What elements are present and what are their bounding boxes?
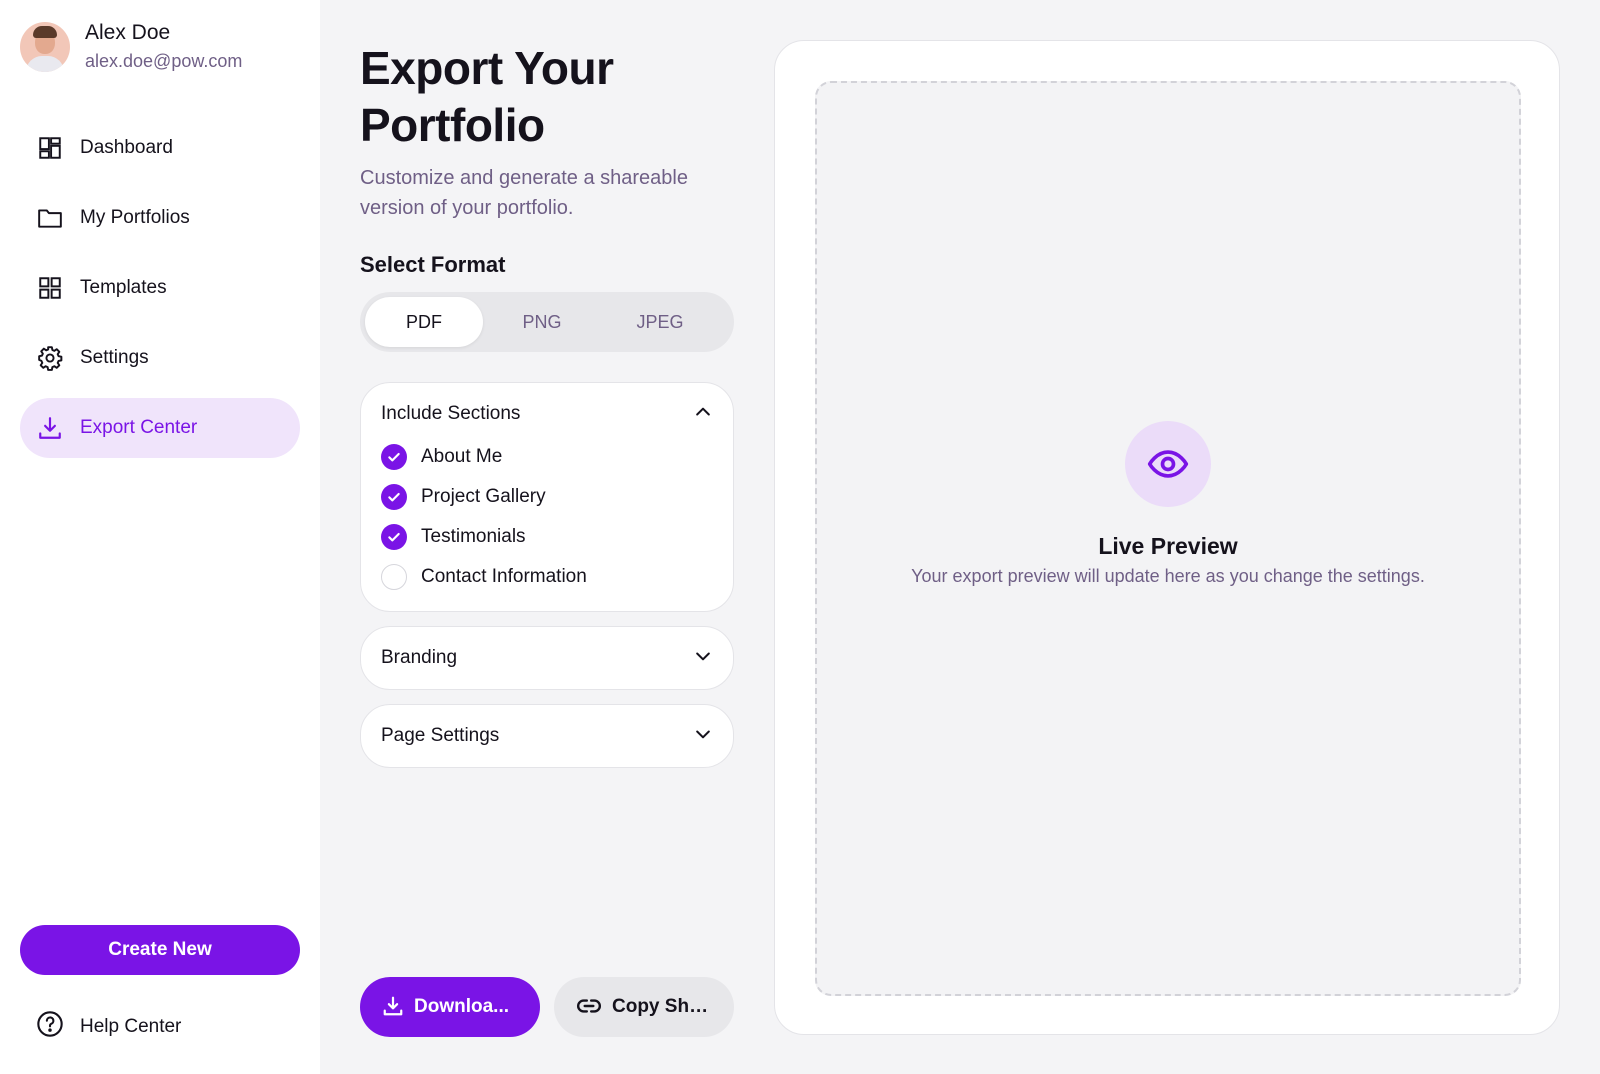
grid-icon (36, 274, 64, 302)
sidebar-item-templates[interactable]: Templates (20, 258, 300, 318)
format-option-jpeg[interactable]: JPEG (601, 297, 719, 347)
avatar (20, 22, 70, 72)
copy-share-label: Copy Sha... (612, 996, 712, 1017)
branding-header[interactable]: Branding (361, 627, 733, 689)
branding-title: Branding (381, 647, 458, 668)
format-option-pdf[interactable]: PDF (365, 297, 483, 347)
help-center-label: Help Center (80, 1015, 182, 1037)
section-checkbox-about-me[interactable]: About Me (381, 437, 713, 477)
checkbox-checked[interactable] (381, 524, 407, 550)
sidebar-item-label: My Portfolios (80, 207, 190, 228)
download-label: Downloa... (414, 996, 509, 1017)
branding-panel: Branding (360, 626, 734, 690)
sidebar-item-dashboard[interactable]: Dashboard (20, 118, 300, 178)
preview-card: Live Preview Your export preview will up… (774, 40, 1560, 1035)
download-button[interactable]: Downloa... (360, 977, 540, 1037)
chevron-down-icon (693, 724, 713, 749)
format-option-png[interactable]: PNG (483, 297, 601, 347)
include-sections-header[interactable]: Include Sections (361, 383, 733, 445)
copy-share-link-button[interactable]: Copy Sha... (554, 977, 734, 1037)
help-center-link[interactable]: Help Center (36, 1010, 181, 1043)
link-icon (576, 993, 602, 1022)
preview-title: Live Preview (1098, 532, 1238, 559)
sidebar-nav: Dashboard My Portfolios Templates Settin… (20, 118, 300, 468)
sidebar-item-label: Dashboard (80, 137, 173, 158)
gear-icon (36, 344, 64, 372)
section-checkbox-testimonials[interactable]: Testimonials (381, 517, 713, 557)
checkbox-unchecked[interactable] (381, 564, 407, 590)
checkbox-label: Contact Information (421, 566, 587, 587)
user-profile[interactable]: Alex Doe alex.doe@pow.com (20, 20, 242, 74)
sidebar: Alex Doe alex.doe@pow.com Dashboard My P… (0, 0, 320, 1074)
page-subtitle: Customize and generate a shareable versi… (360, 167, 688, 219)
checkbox-label: Project Gallery (421, 486, 546, 507)
page-settings-header[interactable]: Page Settings (361, 705, 733, 767)
section-checkbox-contact-information[interactable]: Contact Information (381, 557, 713, 597)
user-email: alex.doe@pow.com (85, 51, 243, 71)
page-settings-title: Page Settings (381, 725, 500, 746)
format-label: Select Format (360, 252, 506, 277)
checkbox-checked[interactable] (381, 444, 407, 470)
checkbox-label: Testimonials (421, 526, 526, 547)
sidebar-item-label: Settings (80, 347, 149, 368)
user-name: Alex Doe (85, 21, 171, 44)
dashboard-icon (36, 134, 64, 162)
checkbox-checked[interactable] (381, 484, 407, 510)
eye-icon (1125, 420, 1211, 507)
chevron-down-icon (693, 646, 713, 671)
download-icon (36, 414, 64, 442)
sidebar-item-export-center[interactable]: Export Center (20, 398, 300, 458)
sidebar-item-my-portfolios[interactable]: My Portfolios (20, 188, 300, 248)
live-preview-area: Live Preview Your export preview will up… (815, 81, 1521, 996)
chevron-up-icon (693, 402, 713, 427)
section-checkbox-project-gallery[interactable]: Project Gallery (381, 477, 713, 517)
preview-description: Your export preview will update here as … (911, 565, 1425, 586)
page-settings-panel: Page Settings (360, 704, 734, 768)
create-new-button[interactable]: Create New (20, 925, 300, 975)
page-title: Export Your Portfolio (360, 42, 614, 151)
folder-icon (36, 204, 64, 232)
sidebar-item-label: Templates (80, 277, 167, 298)
download-icon (382, 995, 404, 1020)
sidebar-item-settings[interactable]: Settings (20, 328, 300, 388)
help-icon (36, 1010, 64, 1043)
include-sections-title: Include Sections (381, 403, 521, 424)
format-toggle: PDF PNG JPEG (360, 292, 734, 352)
sidebar-item-label: Export Center (80, 417, 198, 438)
include-sections-panel: Include Sections About Me Project Galler… (360, 382, 734, 612)
checkbox-label: About Me (421, 446, 503, 467)
